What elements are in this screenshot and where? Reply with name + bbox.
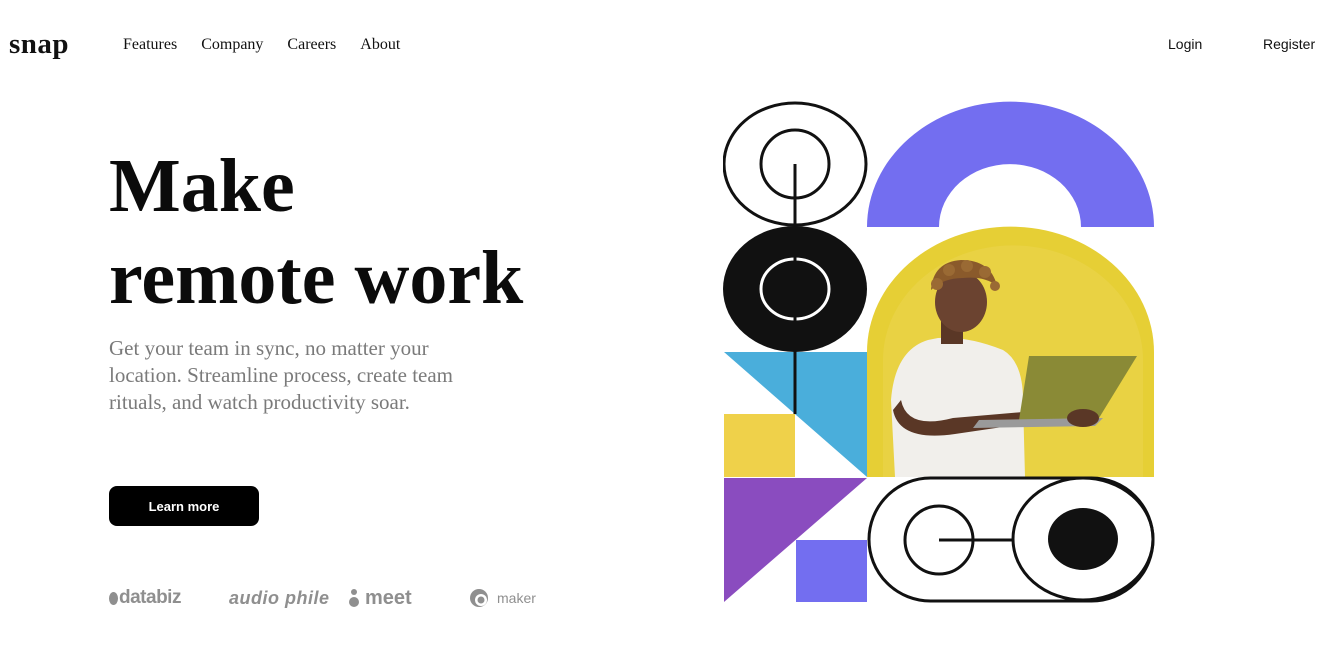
learn-more-button[interactable]: Learn more — [109, 486, 259, 526]
meet-logo: meet — [349, 584, 412, 612]
person-with-laptop-photo — [867, 226, 1154, 477]
login-link[interactable]: Login — [1168, 36, 1202, 52]
hero-subtext: Get your team in sync, no matter your lo… — [109, 336, 454, 414]
audiophile-logo: audio phile — [229, 584, 330, 612]
nav-about[interactable]: About — [360, 36, 400, 54]
headline-line-1: Make — [109, 144, 295, 228]
maker-swirl-icon — [470, 589, 488, 607]
primary-nav: Features Company Careers About — [123, 36, 424, 54]
meet-dots-icon — [349, 589, 359, 607]
maker-wordmark: maker — [497, 590, 536, 606]
bottom-pill-switch — [867, 476, 1155, 603]
snap-logo[interactable]: snap — [9, 28, 69, 61]
hero-illustration — [723, 101, 1155, 603]
purple-arch — [867, 101, 1154, 227]
databiz-dot-icon — [109, 591, 118, 605]
maker-logo: maker — [469, 584, 536, 612]
yellow-square — [724, 414, 795, 477]
register-link[interactable]: Register — [1263, 36, 1315, 52]
hero-headline: Make remote work — [109, 140, 523, 324]
nav-company[interactable]: Company — [201, 36, 263, 54]
headline-line-2: remote work — [109, 236, 524, 320]
nav-features[interactable]: Features — [123, 36, 177, 54]
databiz-logo: databiz — [109, 584, 181, 612]
nav-careers[interactable]: Careers — [287, 36, 336, 54]
audiophile-wordmark: audio phile — [229, 587, 330, 608]
client-logos: databiz audio phile meet maker — [109, 584, 549, 614]
databiz-wordmark: databiz — [119, 587, 181, 608]
meet-wordmark: meet — [365, 586, 412, 609]
purple-square — [796, 540, 867, 602]
